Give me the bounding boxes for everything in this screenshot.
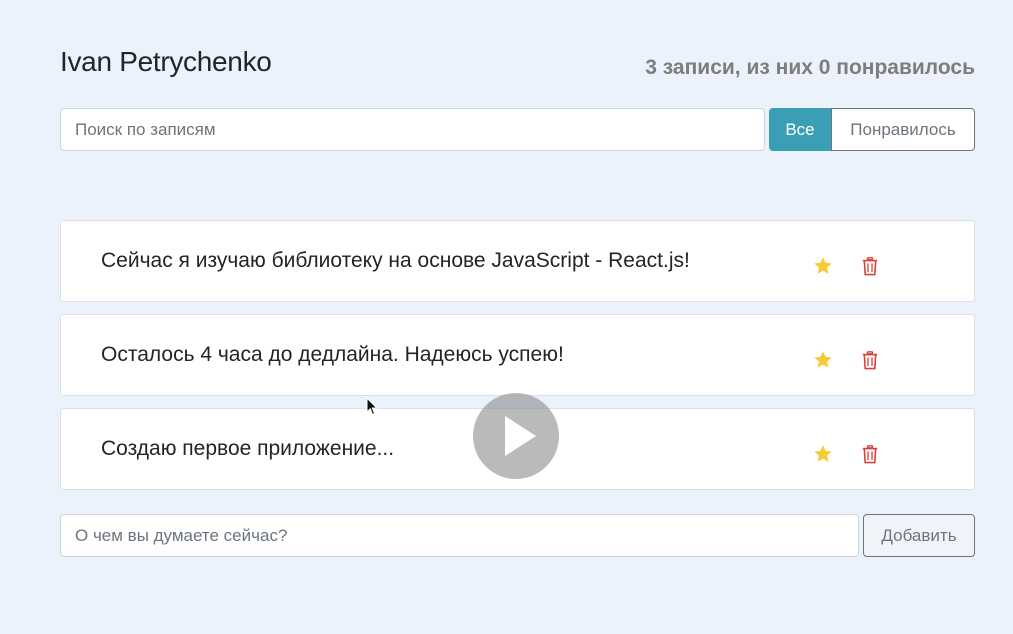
post-list-item[interactable]: Сейчас я изучаю библиотеку на основе Jav…	[60, 220, 975, 302]
star-icon[interactable]	[813, 350, 833, 370]
trash-icon[interactable]	[862, 351, 878, 370]
video-play-overlay[interactable]	[473, 393, 559, 479]
search-panel: Все Понравилось	[60, 108, 975, 151]
new-post-input[interactable]	[60, 514, 859, 557]
play-icon	[505, 416, 536, 456]
filter-button-group: Все Понравилось	[769, 108, 975, 151]
filter-all-button[interactable]: Все	[769, 108, 831, 151]
post-add-form: Добавить	[60, 514, 975, 557]
filter-liked-button[interactable]: Понравилось	[831, 108, 975, 151]
post-label[interactable]: Осталось 4 часа до дедлайна. Надеюсь усп…	[101, 315, 564, 395]
search-input[interactable]	[60, 108, 765, 151]
post-label[interactable]: Сейчас я изучаю библиотеку на основе Jav…	[101, 221, 690, 301]
add-post-button[interactable]: Добавить	[863, 514, 975, 557]
post-list-item[interactable]: Осталось 4 часа до дедлайна. Надеюсь усп…	[60, 314, 975, 396]
app-header: Ivan Petrychenko 3 записи, из них 0 понр…	[60, 44, 975, 88]
post-stats: 3 записи, из них 0 понравилось	[645, 56, 975, 79]
mouse-pointer-icon	[366, 397, 378, 416]
star-icon[interactable]	[813, 444, 833, 464]
star-icon[interactable]	[813, 256, 833, 276]
post-label[interactable]: Создаю первое приложение...	[101, 409, 394, 489]
trash-icon[interactable]	[862, 257, 878, 276]
trash-icon[interactable]	[862, 445, 878, 464]
app-title: Ivan Petrychenko	[60, 46, 272, 77]
